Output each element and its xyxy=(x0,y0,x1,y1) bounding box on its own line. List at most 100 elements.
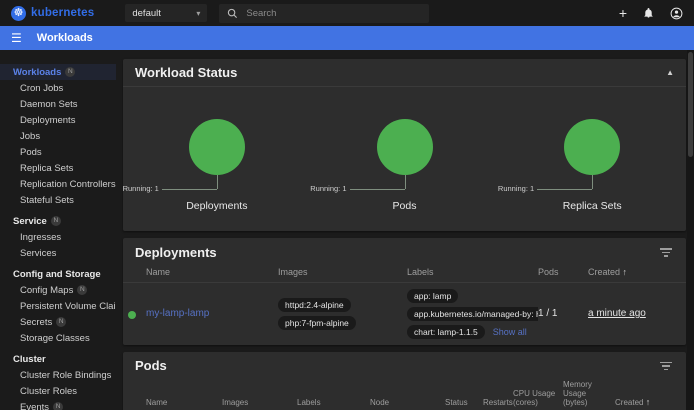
sidebar-item-secrets[interactable]: SecretsN xyxy=(0,314,116,330)
col-header-restarts[interactable]: Restarts xyxy=(483,398,513,407)
col-header-name[interactable]: Name xyxy=(146,398,222,407)
sidebar-item-deployments[interactable]: Deployments xyxy=(0,112,116,128)
sidebar-item-cluster-role-bindings[interactable]: Cluster Role Bindings xyxy=(0,367,116,383)
col-header-created[interactable]: Created ↑ xyxy=(588,267,686,277)
menu-hamburger-icon[interactable]: ☰ xyxy=(11,31,22,45)
sidebar-item-label: Secrets xyxy=(20,317,52,328)
deployment-name-link[interactable]: my-lamp-lamp xyxy=(146,308,209,319)
sidebar-item-label: Deployments xyxy=(20,115,75,126)
namespaced-badge-icon: N xyxy=(77,285,87,295)
sidebar-item-service[interactable]: ServiceN xyxy=(0,213,116,229)
chart-label: Replica Sets xyxy=(498,200,686,212)
sidebar-item-storage-classes[interactable]: Storage Classes xyxy=(0,330,116,346)
label-chip: chart: lamp-1.1.5 xyxy=(407,325,485,339)
sidebar-item-label: Persistent Volume Claims xyxy=(20,301,116,312)
sidebar-item-label: Storage Classes xyxy=(20,333,90,344)
deployment-created: a minute ago xyxy=(588,308,646,319)
sidebar-item-replica-sets[interactable]: Replica Sets xyxy=(0,160,116,176)
filter-icon[interactable] xyxy=(658,244,674,261)
deployment-row[interactable]: my-lamp-lamp httpd:2.4-alpine php:7-fpm-a… xyxy=(123,282,686,345)
collapse-card-icon[interactable]: ▲ xyxy=(666,68,674,77)
search-box[interactable] xyxy=(219,4,429,23)
chart-label: Deployments xyxy=(123,200,311,212)
label-chip: httpd:2.4-alpine xyxy=(278,298,351,312)
sidebar-item-events[interactable]: EventsN xyxy=(0,399,116,410)
deployment-label-line: chart: lamp-1.1.5 Show all xyxy=(407,325,527,339)
status-ok-dot xyxy=(128,311,136,319)
sidebar-item-label: Services xyxy=(20,248,56,259)
sidebar-item-label: Stateful Sets xyxy=(20,195,74,206)
sidebar-item-label: Daemon Sets xyxy=(20,99,78,110)
sidebar-item-label: Pods xyxy=(20,147,42,158)
sort-ascending-icon: ↑ xyxy=(646,397,651,407)
sidebar-item-persistent-volume-claims[interactable]: Persistent Volume ClaimsN xyxy=(0,298,116,314)
sidebar-item-label: Cluster xyxy=(13,354,46,365)
col-header-name[interactable]: Name xyxy=(146,267,278,277)
col-header-cpu[interactable]: CPU Usage (cores) xyxy=(513,389,563,407)
col-header-memory[interactable]: Memory Usage (bytes) xyxy=(563,380,615,407)
workload-status-charts: Running: 1 Deployments Running: 1 Pods R… xyxy=(123,87,686,227)
namespaced-badge-icon: N xyxy=(51,216,61,226)
sidebar-item-daemon-sets[interactable]: Daemon Sets xyxy=(0,96,116,112)
create-resource-button[interactable]: + xyxy=(619,6,627,20)
sidebar-item-label: Replication Controllers xyxy=(20,179,116,190)
app-bar: ☰ Workloads xyxy=(0,26,694,50)
notifications-bell-icon[interactable] xyxy=(643,7,654,19)
sort-ascending-icon: ↑ xyxy=(623,267,628,277)
pods-pie-chart: Running: 1 Pods xyxy=(311,87,499,227)
pie-annotation: Running: 1 xyxy=(123,184,159,193)
sidebar-item-label: Replica Sets xyxy=(20,163,73,174)
col-header-node[interactable]: Node xyxy=(370,398,445,407)
pods-card: Pods Name Images Labels Node Status Rest… xyxy=(123,352,686,410)
pie-annotation: Running: 1 xyxy=(310,184,346,193)
sidebar-item-config-and-storage[interactable]: Config and Storage xyxy=(0,266,116,282)
sidebar-item-ingresses[interactable]: Ingresses xyxy=(0,229,116,245)
pie-annotation: Running: 1 xyxy=(498,184,534,193)
deployments-table-header: Name Images Labels Pods Created ↑ xyxy=(123,263,686,282)
main-content: Workload Status ▲ Running: 1 Deployments… xyxy=(116,50,694,410)
filter-icon[interactable] xyxy=(658,358,674,375)
sidebar-item-cluster-roles[interactable]: Cluster Roles xyxy=(0,383,116,399)
sidebar-item-label: Config Maps xyxy=(20,285,73,296)
sidebar-item-pods[interactable]: Pods xyxy=(0,144,116,160)
pie-running-segment xyxy=(189,119,245,175)
label-chip: php:7-fpm-alpine xyxy=(278,316,356,330)
col-header-status[interactable]: Status xyxy=(445,398,483,407)
sidebar-item-cron-jobs[interactable]: Cron Jobs xyxy=(0,80,116,96)
sidebar-item-cluster[interactable]: Cluster xyxy=(0,351,116,367)
label-chip: app: lamp xyxy=(407,289,458,303)
sidebar-item-label: Config and Storage xyxy=(13,269,101,280)
sidebar-item-services[interactable]: Services xyxy=(0,245,116,261)
brand-name: kubernetes xyxy=(31,7,94,19)
workload-status-title: Workload Status xyxy=(135,65,237,80)
scrollbar-thumb[interactable] xyxy=(688,52,693,157)
col-header-pods[interactable]: Pods xyxy=(538,267,588,277)
pie-running-segment xyxy=(564,119,620,175)
pie-running-segment xyxy=(377,119,433,175)
search-input[interactable] xyxy=(246,8,421,19)
replica-sets-pie-chart: Running: 1 Replica Sets xyxy=(498,87,686,227)
sidebar-item-config-maps[interactable]: Config Maps N xyxy=(0,282,116,298)
pods-table-header: Name Images Labels Node Status Restarts … xyxy=(123,376,686,410)
sidebar-item-workloads[interactable]: WorkloadsN xyxy=(0,64,116,80)
col-header-images[interactable]: Images xyxy=(222,398,297,407)
sidebar-item-label: Cluster Role Bindings xyxy=(20,370,111,381)
col-header-labels[interactable]: Labels xyxy=(297,398,370,407)
deployment-labels: app: lamp app.kubernetes.io/managed-by: H… xyxy=(407,289,538,339)
col-header-labels[interactable]: Labels xyxy=(407,267,538,277)
vertical-scrollbar[interactable] xyxy=(687,50,694,410)
namespace-selector[interactable]: default ▾ xyxy=(125,4,207,22)
sidebar-item-replication-controllers[interactable]: Replication Controllers xyxy=(0,176,116,192)
deployments-title: Deployments xyxy=(135,245,217,260)
namespaced-badge-icon: N xyxy=(65,67,75,77)
chevron-down-icon: ▾ xyxy=(196,9,200,18)
label-chip: app.kubernetes.io/managed-by: Helm xyxy=(407,307,538,321)
user-profile-icon[interactable] xyxy=(670,7,683,20)
deployment-images: httpd:2.4-alpine php:7-fpm-alpine xyxy=(278,298,407,330)
sidebar-item-jobs[interactable]: Jobs xyxy=(0,128,116,144)
show-all-labels-link[interactable]: Show all xyxy=(493,327,527,337)
page-title: Workloads xyxy=(37,32,93,44)
col-header-created[interactable]: Created ↑ xyxy=(615,397,686,407)
sidebar-item-stateful-sets[interactable]: Stateful Sets xyxy=(0,192,116,208)
col-header-images[interactable]: Images xyxy=(278,267,407,277)
